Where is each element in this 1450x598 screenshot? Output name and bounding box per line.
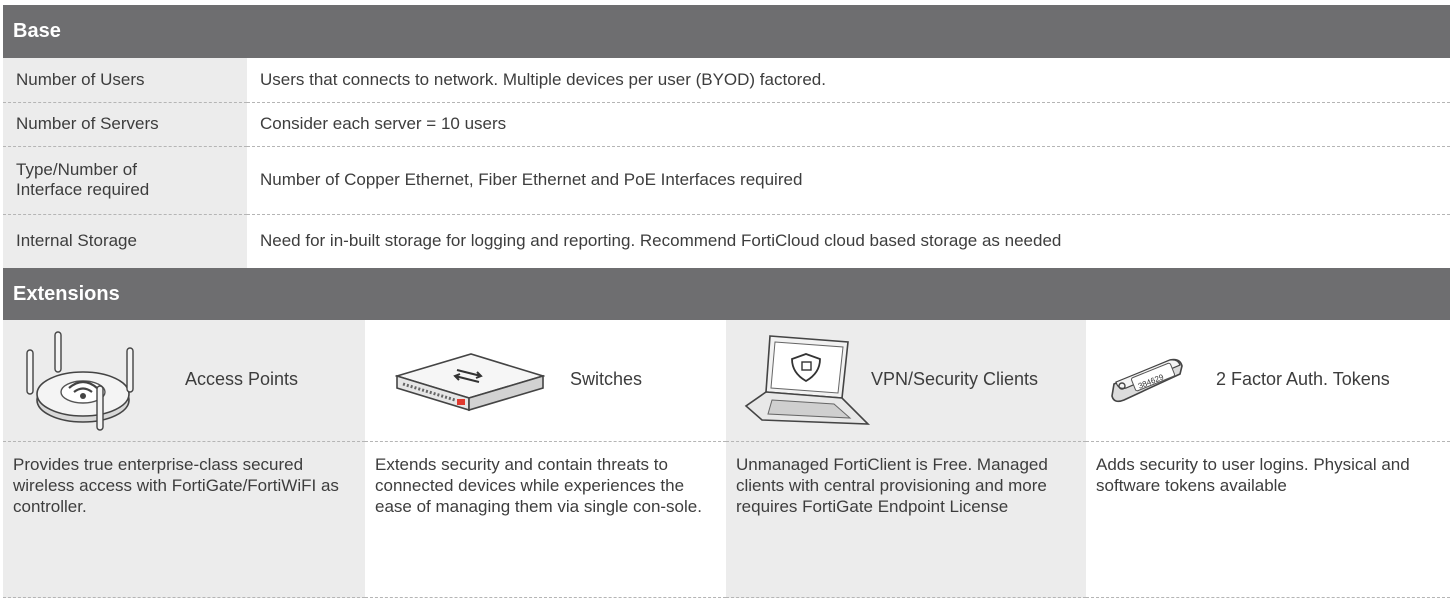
row-label: Internal Storage <box>3 214 247 269</box>
extension-description: Adds security to user logins. Physical a… <box>1086 442 1450 598</box>
extension-description: Unmanaged FortiClient is Free. Managed c… <box>726 442 1086 598</box>
row-description: Need for in-built storage for logging an… <box>247 214 1450 269</box>
extension-description: Provides true enterprise-class secured w… <box>3 442 365 598</box>
extension-label: Switches <box>570 369 643 389</box>
row-label: Type/Number of Interface required <box>3 146 247 215</box>
table-row: Internal Storage Need for in-built stora… <box>3 214 1450 269</box>
extensions-section-header: Extensions <box>3 268 1450 320</box>
access-point-icon <box>26 331 134 431</box>
extension-card-switches: Switches <box>365 320 726 442</box>
extension-card-vpn-security-clients: VPN/Security Clients <box>726 320 1086 442</box>
base-section-header: Base <box>3 5 1450 58</box>
base-table: Number of Users Users that connects to n… <box>3 58 1450 269</box>
extension-label: Access Points <box>185 369 299 389</box>
laptop-shield-icon <box>744 335 871 425</box>
row-description: Consider each server = 10 users <box>247 102 1450 147</box>
row-description: Number of Copper Ethernet, Fiber Etherne… <box>247 146 1450 215</box>
table-row: Number of Users Users that connects to n… <box>3 58 1450 103</box>
row-label: Number of Users <box>3 58 247 103</box>
extension-label: 2 Factor Auth. Tokens <box>1216 369 1390 389</box>
extension-card-access-points: Access Points <box>3 320 365 442</box>
extension-description: Extends security and contain threats to … <box>365 442 726 598</box>
switch-icon <box>395 353 545 412</box>
extension-label: VPN/Security Clients <box>871 369 1039 389</box>
extension-card-2fa-tokens: 384629 2 Factor Auth. Tokens <box>1086 320 1450 442</box>
extensions-grid: Access Points Switches VPN/Security Clie… <box>3 320 1450 598</box>
extensions-title: Extensions <box>13 282 120 305</box>
table-row: Type/Number of Interface required Number… <box>3 146 1450 215</box>
token-icon: 384629 <box>1111 358 1183 403</box>
base-title: Base <box>13 20 61 42</box>
row-description: Users that connects to network. Multiple… <box>247 58 1450 103</box>
table-row: Number of Servers Consider each server =… <box>3 102 1450 147</box>
row-label: Number of Servers <box>3 102 247 147</box>
